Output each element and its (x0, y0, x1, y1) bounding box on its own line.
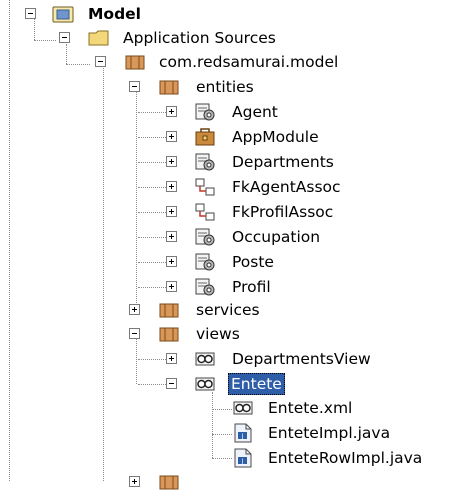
tree-node-label: FkAgentAssoc (232, 178, 341, 196)
collapse-toggle[interactable] (59, 32, 70, 43)
svg-text:J: J (241, 433, 244, 440)
expand-toggle[interactable] (166, 181, 177, 192)
expand-toggle[interactable] (166, 256, 177, 267)
entity-object-icon (194, 277, 216, 297)
tree-connector (136, 334, 137, 384)
tree-connector (66, 44, 67, 64)
tree-node-label: AppModule (232, 128, 319, 146)
tree-connector (66, 64, 90, 65)
tree-connector (212, 409, 232, 410)
tree-node-label: Model (88, 5, 141, 23)
tree-node-label: EnteteImpl.java (268, 424, 391, 442)
java-file-icon: J (232, 423, 254, 443)
view-object-icon (194, 374, 216, 394)
expand-toggle[interactable] (166, 206, 177, 217)
xml-file-icon (232, 398, 254, 418)
package-icon (158, 324, 180, 344)
tree-node-label: services (196, 301, 260, 319)
tree-node-label: Occupation (232, 228, 321, 246)
tree-connector (138, 262, 166, 263)
view-object-icon (194, 349, 216, 369)
project-icon (52, 4, 74, 24)
tree-connector (138, 384, 166, 385)
svg-text:J: J (241, 458, 244, 465)
entity-object-icon (194, 252, 216, 272)
expand-toggle[interactable] (166, 231, 177, 242)
expand-toggle[interactable] (166, 106, 177, 117)
expand-toggle[interactable] (166, 131, 177, 142)
entity-object-icon (194, 102, 216, 122)
project-tree: Model Application Sources com.redsamurai… (0, 0, 474, 490)
tree-connector (9, 0, 10, 481)
expand-toggle[interactable] (166, 156, 177, 167)
tree-node-label: DepartmentsView (232, 350, 371, 368)
entity-object-icon (194, 152, 216, 172)
tree-node-label (194, 472, 198, 492)
package-icon (158, 77, 180, 97)
tree-node-label: Poste (232, 253, 274, 271)
tree-connector (138, 162, 166, 163)
tree-connector (138, 237, 166, 238)
expand-toggle[interactable] (166, 353, 177, 364)
tree-connector (34, 40, 56, 41)
collapse-toggle[interactable] (95, 56, 106, 67)
tree-connector (212, 434, 232, 435)
tree-node-label: entities (196, 78, 254, 96)
tree-connector (138, 187, 166, 188)
tree-node-label: com.redsamurai.model (159, 53, 339, 71)
package-icon (158, 300, 180, 320)
collapse-toggle[interactable] (129, 328, 140, 339)
tree-node-label: Agent (232, 103, 278, 121)
expand-toggle[interactable] (129, 304, 140, 315)
tree-connector (212, 392, 213, 458)
tree-connector (34, 18, 35, 40)
collapse-toggle[interactable] (129, 81, 140, 92)
tree-node-label: FkProfilAssoc (232, 203, 334, 221)
tree-connector (138, 359, 166, 360)
tree-node-label: Entete (228, 373, 285, 395)
tree-connector (138, 287, 166, 288)
association-icon (194, 202, 216, 222)
expand-toggle[interactable] (166, 281, 177, 292)
application-module-icon (194, 127, 216, 147)
folder-icon (88, 28, 110, 48)
collapse-toggle[interactable] (166, 378, 177, 389)
association-icon (194, 177, 216, 197)
tree-node-label: Profil (232, 278, 271, 296)
package-icon (158, 472, 180, 492)
entity-object-icon (194, 227, 216, 247)
tree-node-label: EnteteRowImpl.java (268, 449, 423, 467)
tree-node-label: Entete.xml (268, 399, 353, 417)
tree-connector (103, 68, 104, 481)
tree-node-label: Departments (232, 153, 334, 171)
collapse-toggle[interactable] (25, 8, 36, 19)
package-icon (124, 52, 146, 72)
tree-connector (138, 112, 166, 113)
tree-node-label: Application Sources (123, 29, 276, 47)
expand-toggle[interactable] (129, 476, 140, 487)
tree-connector (138, 212, 166, 213)
tree-node-label: views (196, 325, 240, 343)
java-file-icon: J (232, 448, 254, 468)
tree-connector (212, 458, 232, 459)
tree-connector (136, 92, 137, 307)
tree-connector (138, 137, 166, 138)
